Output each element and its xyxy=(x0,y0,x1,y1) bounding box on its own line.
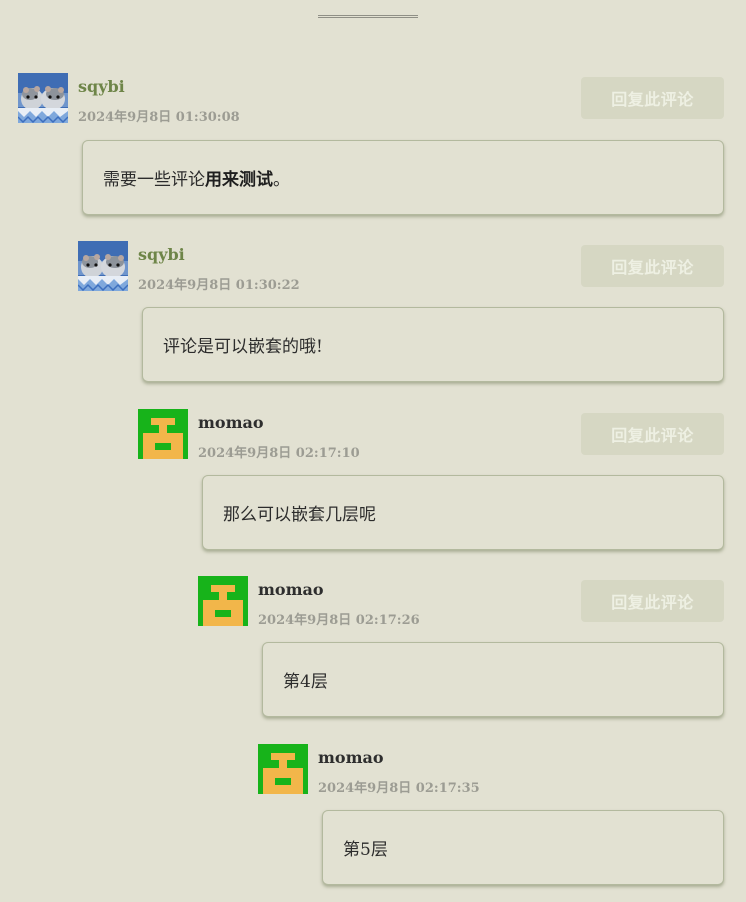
comment-header: momao 2024年9月8日 02:17:10 xyxy=(138,409,558,461)
comment-body: 评论是可以嵌套的哦! xyxy=(142,307,724,382)
comment-text: 第4层 xyxy=(283,672,328,692)
pixel-identicon-avatar-icon xyxy=(138,409,188,459)
comment-body: 需要一些评论用来测试。 xyxy=(82,140,724,215)
reply-button[interactable]: 回复此评论 xyxy=(581,413,724,455)
comment-text: 那么可以嵌套几层呢 xyxy=(223,505,376,525)
avatar[interactable] xyxy=(138,409,188,459)
comment-header: sqybi 2024年9月8日 01:30:22 xyxy=(78,241,558,293)
comment-header: momao 2024年9月8日 02:17:26 xyxy=(198,576,558,628)
reply-button[interactable]: 回复此评论 xyxy=(581,245,724,287)
comment-author[interactable]: sqybi xyxy=(78,77,125,96)
comment-text: 需要一些评论用来测试。 xyxy=(103,170,290,190)
comment-text: 评论是可以嵌套的哦! xyxy=(163,337,323,357)
hamster-avatar-icon xyxy=(78,241,128,291)
avatar[interactable] xyxy=(78,241,128,291)
avatar[interactable] xyxy=(18,73,68,123)
comment-timestamp: 2024年9月8日 02:17:10 xyxy=(198,446,360,461)
comment-author[interactable]: momao xyxy=(258,580,324,599)
comment-timestamp: 2024年9月8日 01:30:08 xyxy=(78,110,240,125)
top-divider xyxy=(318,15,418,18)
comment-body: 第4层 xyxy=(262,642,724,717)
comment-author[interactable]: sqybi xyxy=(138,245,185,264)
pixel-identicon-avatar-icon xyxy=(198,576,248,626)
hamster-avatar-icon xyxy=(18,73,68,123)
comment-bold-text: 用来测试 xyxy=(205,170,273,190)
comment-timestamp: 2024年9月8日 02:17:35 xyxy=(318,781,480,796)
comment-body: 那么可以嵌套几层呢 xyxy=(202,475,724,550)
comment-timestamp: 2024年9月8日 01:30:22 xyxy=(138,278,300,293)
comment-header: sqybi 2024年9月8日 01:30:08 xyxy=(18,73,558,125)
comment-author[interactable]: momao xyxy=(318,748,384,767)
reply-button[interactable]: 回复此评论 xyxy=(581,77,724,119)
comment-author[interactable]: momao xyxy=(198,413,264,432)
pixel-identicon-avatar-icon xyxy=(258,744,308,794)
comment-header: momao 2024年9月8日 02:17:35 xyxy=(258,744,558,796)
reply-button[interactable]: 回复此评论 xyxy=(581,580,724,622)
comment-text: 第5层 xyxy=(343,840,388,860)
comment-timestamp: 2024年9月8日 02:17:26 xyxy=(258,613,420,628)
avatar[interactable] xyxy=(198,576,248,626)
avatar[interactable] xyxy=(258,744,308,794)
comment-body: 第5层 xyxy=(322,810,724,885)
